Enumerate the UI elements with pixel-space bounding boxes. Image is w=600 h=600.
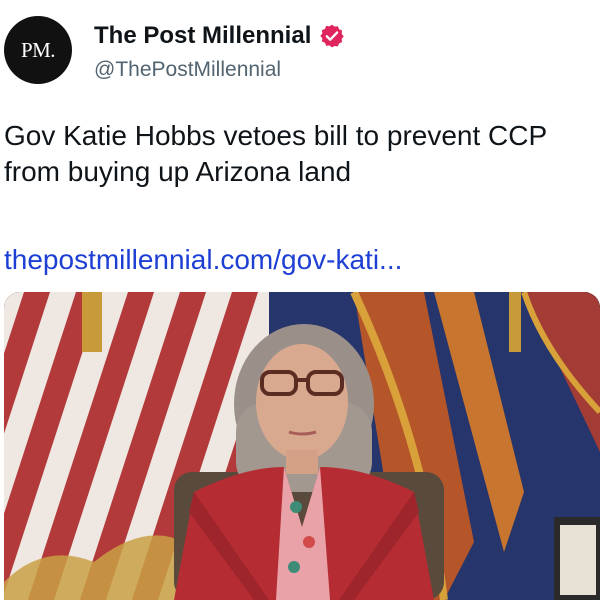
avatar[interactable]: PM. [4, 16, 72, 84]
article-link[interactable]: thepostmillennial.com/gov-kati... [4, 244, 402, 276]
account-handle[interactable]: @ThePostMillennial [94, 58, 281, 82]
media-image[interactable] [4, 292, 600, 600]
author-name-row: The Post Millennial [94, 22, 345, 50]
governor-photo [4, 292, 600, 600]
display-name[interactable]: The Post Millennial [94, 22, 311, 50]
verified-badge-icon [320, 24, 345, 48]
tweet-text: Gov Katie Hobbs vetoes bill to prevent C… [4, 120, 547, 187]
avatar-logo-text: PM. [20, 37, 56, 62]
